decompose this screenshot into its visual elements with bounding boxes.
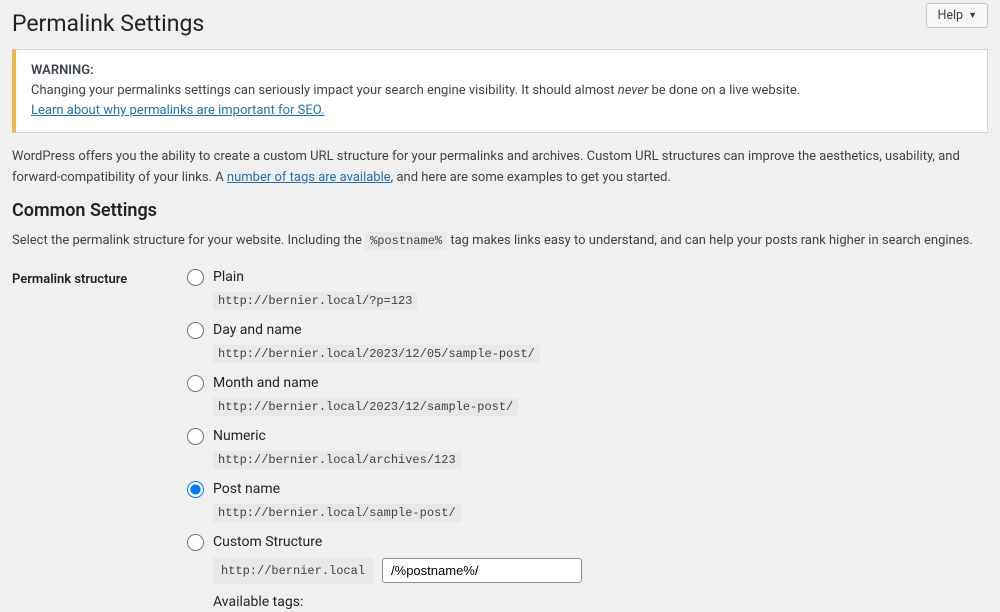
option-month-name: Month and name http://bernier.local/2023… xyxy=(187,375,988,414)
label-post-name: Post name xyxy=(213,481,280,497)
radio-plain[interactable] xyxy=(187,269,204,286)
custom-prefix: http://bernier.local xyxy=(213,558,373,584)
warning-notice: WARNING: Changing your permalinks settin… xyxy=(12,49,988,133)
label-numeric: Numeric xyxy=(213,428,266,444)
option-numeric: Numeric http://bernier.local/archives/12… xyxy=(187,428,988,467)
notice-text-2: be done on a live website. xyxy=(648,83,800,98)
custom-structure-input[interactable] xyxy=(382,558,582,583)
notice-heading: WARNING: xyxy=(31,63,94,78)
example-plain: http://bernier.local/?p=123 xyxy=(213,292,417,310)
section-subtext: Select the permalink structure for your … xyxy=(12,231,988,251)
option-plain: Plain http://bernier.local/?p=123 xyxy=(187,269,988,308)
intro-link[interactable]: number of tags are available xyxy=(227,170,391,185)
intro-paragraph: WordPress offers you the ability to crea… xyxy=(12,147,988,187)
option-day-name: Day and name http://bernier.local/2023/1… xyxy=(187,322,988,361)
help-button[interactable]: Help ▼ xyxy=(926,3,988,28)
radio-month-name[interactable] xyxy=(187,375,204,392)
option-post-name: Post name http://bernier.local/sample-po… xyxy=(187,481,988,520)
radio-day-name[interactable] xyxy=(187,322,204,339)
notice-text-1: Changing your permalinks settings can se… xyxy=(31,83,618,98)
label-custom: Custom Structure xyxy=(213,534,322,550)
radio-custom[interactable] xyxy=(187,534,204,551)
label-month-name: Month and name xyxy=(213,375,318,391)
subtext-code: %postname% xyxy=(365,232,447,250)
chevron-down-icon: ▼ xyxy=(968,10,977,21)
page-title: Permalink Settings xyxy=(12,0,988,49)
intro-text-2: , and here are some examples to get you … xyxy=(391,170,671,185)
permalink-structure-label: Permalink structure xyxy=(12,269,187,287)
option-custom: Custom Structure http://bernier.local Av… xyxy=(187,534,988,612)
subtext-before: Select the permalink structure for your … xyxy=(12,233,365,248)
notice-em: never xyxy=(618,83,649,98)
example-post-name: http://bernier.local/sample-post/ xyxy=(213,504,461,522)
section-heading: Common Settings xyxy=(12,200,988,221)
example-day-name: http://bernier.local/2023/12/05/sample-p… xyxy=(213,345,540,363)
example-numeric: http://bernier.local/archives/123 xyxy=(213,451,461,469)
radio-numeric[interactable] xyxy=(187,428,204,445)
label-plain: Plain xyxy=(213,269,244,285)
radio-post-name[interactable] xyxy=(187,481,204,498)
help-label: Help xyxy=(937,8,963,23)
subtext-after: tag makes links easy to understand, and … xyxy=(450,233,972,248)
available-tags-label: Available tags: xyxy=(213,594,988,610)
notice-link[interactable]: Learn about why permalinks are important… xyxy=(31,103,324,118)
example-month-name: http://bernier.local/2023/12/sample-post… xyxy=(213,398,518,416)
label-day-name: Day and name xyxy=(213,322,302,338)
